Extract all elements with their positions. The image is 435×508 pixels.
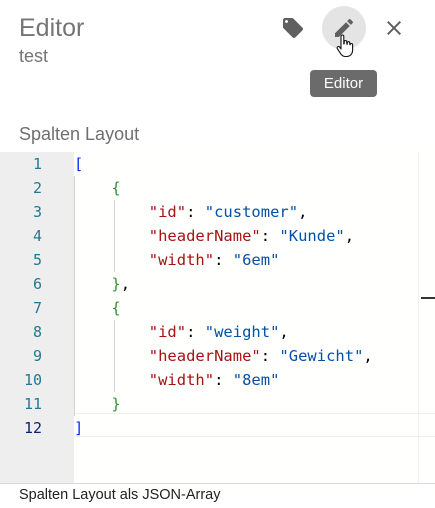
line-number: 10 [23, 371, 42, 389]
line-number: 5 [32, 251, 42, 269]
current-line-highlight [74, 413, 435, 437]
line-number: 12 [23, 419, 42, 437]
field-hint: Spalten Layout als JSON-Array [19, 487, 221, 503]
line-number: 2 [32, 179, 42, 197]
code-line[interactable]: "width": "6em" [74, 248, 280, 272]
hand-cursor-icon [336, 34, 354, 63]
line-number: 11 [23, 395, 42, 413]
code-line[interactable]: "headerName": "Gewicht", [74, 344, 373, 368]
code-line[interactable]: [ [74, 152, 83, 176]
code-line[interactable]: "headerName": "Kunde", [74, 224, 354, 248]
close-button[interactable] [372, 6, 416, 50]
code-line[interactable]: { [74, 296, 120, 320]
close-icon [387, 21, 401, 35]
line-number: 1 [32, 155, 42, 173]
field-label: Spalten Layout [19, 124, 140, 144]
line-number: 7 [32, 299, 42, 317]
vertical-scrollbar[interactable] [418, 152, 419, 483]
dialog-subtitle: test [19, 46, 49, 66]
code-editor[interactable]: 1 2 3 4 5 6 7 8 9 10 11 12 [ { "id": "customer", "h… [0, 152, 435, 483]
code-line[interactable]: ] [74, 416, 83, 440]
line-number: 3 [32, 203, 42, 221]
line-number: 6 [32, 275, 42, 293]
code-line[interactable]: }, [74, 272, 130, 296]
code-line[interactable]: "id": "weight", [74, 320, 289, 344]
code-line[interactable]: "width": "8em" [74, 368, 280, 392]
field-underline [0, 483, 435, 484]
code-line[interactable]: } [74, 392, 120, 416]
editor-tooltip: Editor [310, 70, 377, 97]
line-number: 8 [32, 323, 42, 341]
code-line[interactable]: "id": "customer", [74, 200, 308, 224]
tag-icon [283, 18, 303, 38]
overview-ruler-mark [421, 297, 435, 299]
code-line[interactable]: { [74, 176, 120, 200]
tag-button[interactable] [271, 6, 315, 50]
dialog-title: Editor [19, 14, 85, 42]
line-number: 9 [32, 347, 42, 365]
line-number: 4 [32, 227, 42, 245]
dialog-header: Editor test Editor [0, 0, 435, 110]
